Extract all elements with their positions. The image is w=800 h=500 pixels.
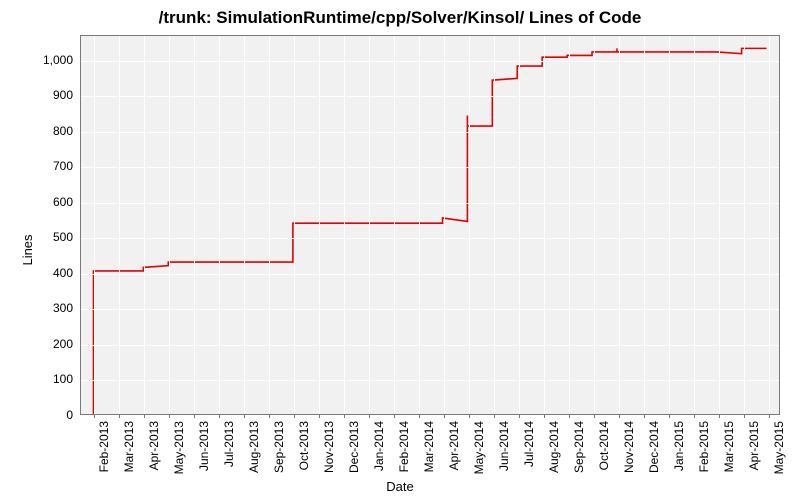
gridline-v xyxy=(369,36,370,414)
y-tick-label: 900 xyxy=(23,88,73,102)
x-tick-label: Dec-2013 xyxy=(347,421,361,473)
gridline-v xyxy=(744,36,745,414)
y-tick-label: 100 xyxy=(23,372,73,386)
gridline-v xyxy=(544,36,545,414)
x-tick-label: Jun-2013 xyxy=(197,421,211,471)
x-tick-label: Apr-2015 xyxy=(747,421,761,470)
gridline-h xyxy=(81,167,779,168)
x-tick-label: Feb-2013 xyxy=(97,421,111,472)
x-tick-label: Jun-2014 xyxy=(497,421,511,471)
gridline-v xyxy=(444,36,445,414)
x-tick-label: Apr-2013 xyxy=(147,421,161,470)
x-tick-label: May-2014 xyxy=(472,421,486,474)
gridline-h xyxy=(81,380,779,381)
gridline-h xyxy=(81,238,779,239)
x-tick-label: Jan-2014 xyxy=(372,421,386,471)
x-tick-label: Jan-2015 xyxy=(672,421,686,471)
gridline-h xyxy=(81,309,779,310)
gridline-v xyxy=(469,36,470,414)
x-axis-tick-labels: Feb-2013 Mar-2013 Apr-2013 May-2013 Jun-2013… xyxy=(80,418,780,488)
y-tick-label: 600 xyxy=(23,195,73,209)
gridline-v xyxy=(144,36,145,414)
gridline-v xyxy=(769,36,770,414)
gridline-v xyxy=(219,36,220,414)
gridline-v xyxy=(244,36,245,414)
x-tick-label: Aug-2013 xyxy=(247,421,261,473)
x-tick-label: Sep-2014 xyxy=(572,421,586,473)
gridline-v xyxy=(169,36,170,414)
gridline-v xyxy=(344,36,345,414)
x-tick-label: May-2015 xyxy=(772,421,786,474)
gridline-h xyxy=(81,61,779,62)
y-axis-tick-labels: 01002003004005006007008009001,000 xyxy=(0,35,76,415)
x-tick-label: Feb-2015 xyxy=(697,421,711,472)
x-tick-label: Sep-2013 xyxy=(272,421,286,473)
gridline-v xyxy=(269,36,270,414)
gridline-v xyxy=(719,36,720,414)
y-tick-label: 400 xyxy=(23,266,73,280)
x-tick-label: May-2013 xyxy=(172,421,186,474)
x-tick-label: Oct-2013 xyxy=(297,421,311,470)
gridline-v xyxy=(619,36,620,414)
x-tick-label: Nov-2014 xyxy=(622,421,636,473)
gridline-h xyxy=(81,132,779,133)
gridline-v xyxy=(319,36,320,414)
gridline-h xyxy=(81,345,779,346)
x-tick-label: Jul-2014 xyxy=(522,421,536,467)
y-tick-label: 1,000 xyxy=(23,53,73,67)
y-tick-label: 700 xyxy=(23,159,73,173)
x-tick-label: Mar-2014 xyxy=(422,421,436,472)
x-tick-label: Aug-2014 xyxy=(547,421,561,473)
plot-area xyxy=(80,35,780,415)
chart-title: /trunk: SimulationRuntime/cpp/Solver/Kin… xyxy=(0,8,800,28)
gridline-v xyxy=(594,36,595,414)
y-tick-label: 500 xyxy=(23,230,73,244)
x-tick-label: Apr-2014 xyxy=(447,421,461,470)
y-tick-label: 300 xyxy=(23,301,73,315)
gridline-h xyxy=(81,274,779,275)
y-tick-label: 800 xyxy=(23,124,73,138)
data-line xyxy=(81,36,779,414)
gridline-v xyxy=(669,36,670,414)
gridline-v xyxy=(94,36,95,414)
gridline-v xyxy=(519,36,520,414)
y-tick-label: 0 xyxy=(23,408,73,422)
gridline-v xyxy=(194,36,195,414)
gridline-v xyxy=(569,36,570,414)
gridline-h xyxy=(81,416,779,417)
y-tick-label: 200 xyxy=(23,337,73,351)
gridline-h xyxy=(81,203,779,204)
x-tick-label: Jul-2013 xyxy=(222,421,236,467)
gridline-v xyxy=(494,36,495,414)
gridline-h xyxy=(81,96,779,97)
gridline-v xyxy=(294,36,295,414)
x-tick-label: Dec-2014 xyxy=(647,421,661,473)
x-tick-label: Oct-2014 xyxy=(597,421,611,470)
chart-container: /trunk: SimulationRuntime/cpp/Solver/Kin… xyxy=(0,0,800,500)
gridline-v xyxy=(119,36,120,414)
x-tick-label: Mar-2015 xyxy=(722,421,736,472)
x-tick-label: Mar-2013 xyxy=(122,421,136,472)
x-tick-label: Nov-2013 xyxy=(322,421,336,473)
x-tick-label: Feb-2014 xyxy=(397,421,411,472)
gridline-v xyxy=(644,36,645,414)
gridline-v xyxy=(694,36,695,414)
gridline-v xyxy=(394,36,395,414)
gridline-v xyxy=(419,36,420,414)
